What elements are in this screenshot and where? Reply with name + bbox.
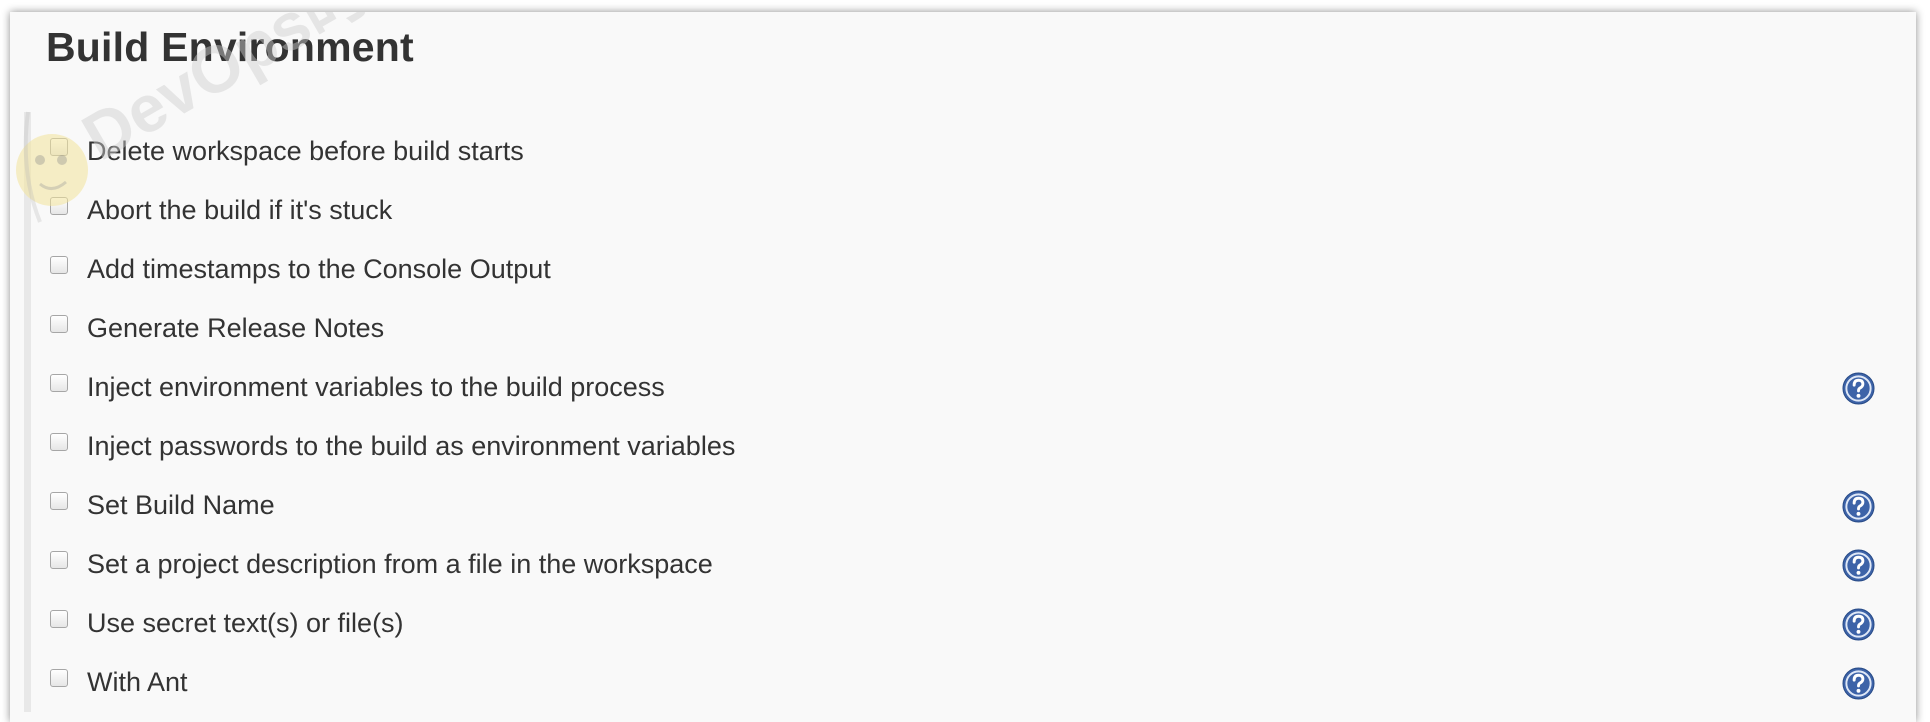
option-label[interactable]: Inject passwords to the build as environ… [87,431,735,462]
option-row: Set a project description from a file in… [10,535,1916,594]
option-checkbox[interactable] [50,551,68,569]
option-row: Abort the build if it's stuck [10,181,1916,240]
option-row: Generate Release Notes [10,299,1916,358]
option-label[interactable]: Set Build Name [87,490,275,521]
option-checkbox[interactable] [50,197,68,215]
option-row: With Ant [10,653,1916,712]
option-label[interactable]: Add timestamps to the Console Output [87,254,551,285]
help-icon[interactable] [1842,372,1875,405]
build-environment-options: Delete workspace before build starts Abor… [10,122,1916,712]
option-label[interactable]: Inject environment variables to the buil… [87,372,665,403]
option-checkbox[interactable] [50,256,68,274]
option-checkbox[interactable] [50,492,68,510]
option-checkbox[interactable] [50,374,68,392]
option-label[interactable]: Delete workspace before build starts [87,136,524,167]
option-label[interactable]: Abort the build if it's stuck [87,195,392,226]
option-label[interactable]: Set a project description from a file in… [87,549,713,580]
build-environment-panel: Build Environment Delete workspace befor… [10,12,1916,722]
option-label[interactable]: Use secret text(s) or file(s) [87,608,404,639]
option-row: Use secret text(s) or file(s) [10,594,1916,653]
help-icon[interactable] [1842,549,1875,582]
option-row: Set Build Name [10,476,1916,535]
option-row: Add timestamps to the Console Output [10,240,1916,299]
option-row: Inject passwords to the build as environ… [10,417,1916,476]
option-checkbox[interactable] [50,610,68,628]
section-title: Build Environment [46,24,414,70]
option-checkbox[interactable] [50,669,68,687]
option-row: Delete workspace before build starts [10,122,1916,181]
help-icon[interactable] [1842,608,1875,641]
option-checkbox[interactable] [50,138,68,156]
help-icon[interactable] [1842,667,1875,700]
option-checkbox[interactable] [50,315,68,333]
option-checkbox[interactable] [50,433,68,451]
option-label[interactable]: Generate Release Notes [87,313,384,344]
option-label[interactable]: With Ant [87,667,188,698]
help-icon[interactable] [1842,490,1875,523]
option-row: Inject environment variables to the buil… [10,358,1916,417]
